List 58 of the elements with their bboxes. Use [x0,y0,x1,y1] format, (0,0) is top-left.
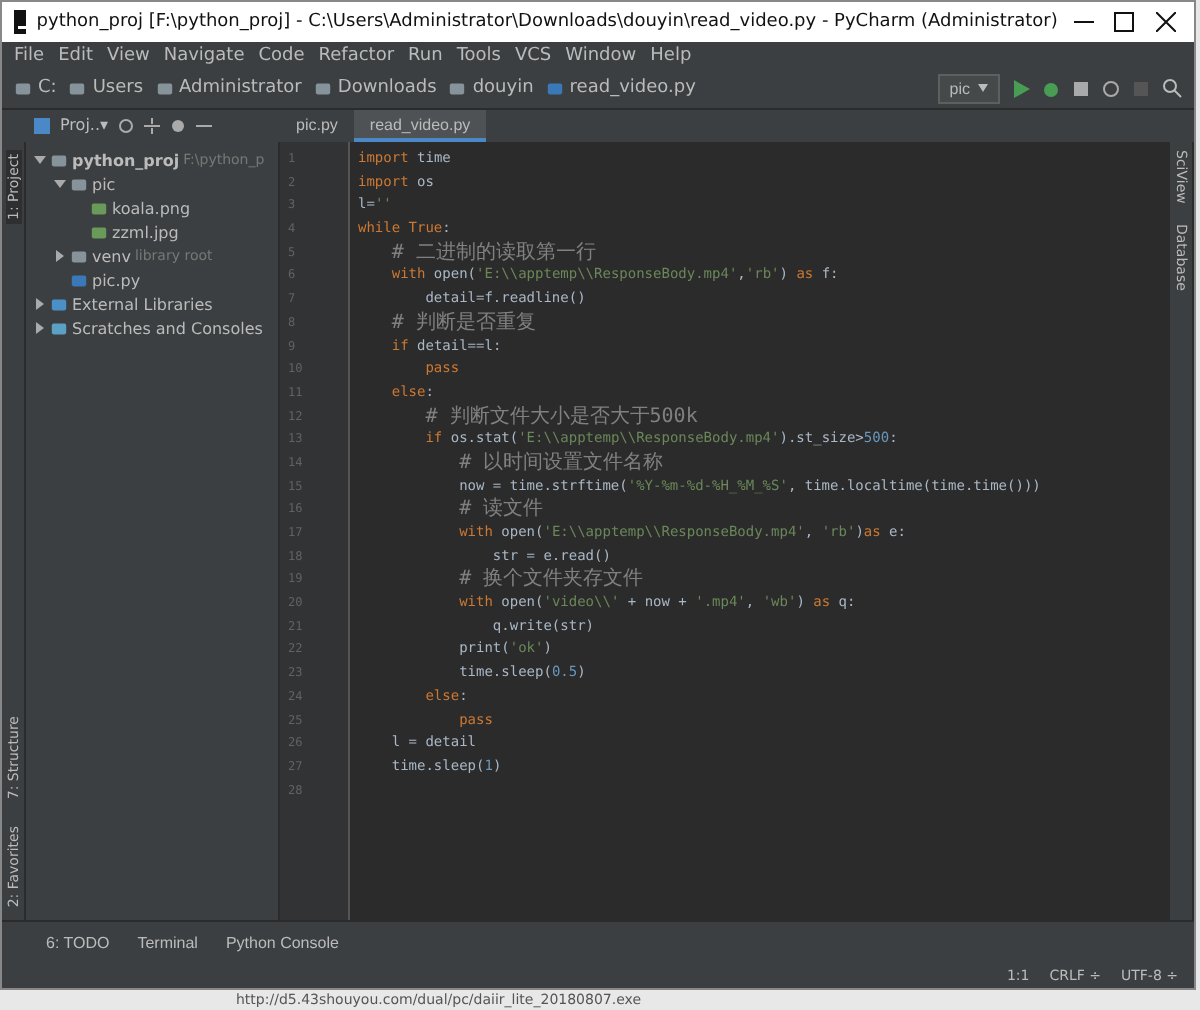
run-icon[interactable] [1012,79,1030,97]
app-logo-icon [14,10,27,34]
project-view-dropdown[interactable]: Proj..▾ [60,116,109,134]
menu-item[interactable]: Edit [58,45,93,65]
folder-icon [70,247,88,265]
menu-item[interactable]: Help [650,45,692,65]
expand-toggle-icon[interactable] [53,250,65,262]
breadcrumb[interactable]: read_video.py [569,78,696,98]
menu-item[interactable]: File [14,45,45,65]
tree-item[interactable]: zzml.jpg [112,223,179,241]
code-line: # 以时间设置文件名称 [457,451,666,476]
tree-item[interactable]: koala.png [112,199,191,217]
menu-item[interactable]: Window [565,45,637,65]
tree-item[interactable]: External Libraries [72,295,213,313]
expand-toggle-icon[interactable] [33,298,45,310]
code-line: # 二进制的读取第一行 [389,241,598,265]
breadcrumb[interactable]: Users [92,78,144,98]
breadcrumb[interactable]: C: [38,78,57,98]
menu-item[interactable]: Run [408,45,443,65]
editor-tab[interactable]: pic.py [280,110,354,142]
menu-item[interactable]: Tools [456,45,501,65]
menu-item[interactable]: Code [258,45,305,65]
menu-item[interactable]: Refactor [318,45,395,65]
folder-icon [313,79,332,97]
expand-toggle-icon[interactable] [53,178,65,190]
window-title: python_proj [F:\python_proj] - C:\Users\Administrator\Downloads\douyin\read_video.py - PyCharm (Administrator) [36,12,1058,32]
tree-item[interactable]: pic.py [92,271,141,289]
code-line: # 判断文件大小是否大于500k [423,405,700,429]
panel-icon [34,117,50,133]
menu-item[interactable]: VCS [514,45,552,65]
breadcrumb[interactable]: Downloads [337,78,437,98]
code-line: # 读文件 [457,498,546,522]
editor-tab[interactable]: read_video.py [353,110,487,142]
collapse-icon[interactable] [144,117,161,133]
tree-item[interactable]: python_proj [72,151,180,169]
code-line: # 判断是否重复 [389,311,538,335]
tree-item[interactable]: venv [92,247,131,265]
breadcrumb[interactable]: Administrator [179,78,302,98]
tool-window-button[interactable]: Python Console [225,933,339,951]
tree-item[interactable]: pic [92,175,116,193]
caret-icon [978,84,988,92]
tool-window-button[interactable]: 6: TODO [46,933,110,951]
expand-toggle-icon[interactable] [33,322,45,334]
folder-icon [14,79,32,97]
expand-toggle-icon[interactable] [33,154,45,166]
file-icon [545,79,564,97]
close-icon[interactable] [1150,12,1182,32]
run-config-dropdown[interactable]: pic [937,73,1000,103]
menu-item[interactable]: View [107,45,150,65]
folder-icon [155,79,174,97]
code-line: # 换个文件夹存文件 [457,568,646,593]
breadcrumb[interactable]: douyin [472,78,534,98]
menu-item[interactable]: Navigate [163,45,245,65]
tool-window-button[interactable]: Terminal [137,933,198,951]
folder-icon [68,79,87,97]
search-icon[interactable] [1162,78,1182,98]
folder-icon [448,79,467,97]
tree-item[interactable]: Scratches and Consoles [72,319,263,337]
